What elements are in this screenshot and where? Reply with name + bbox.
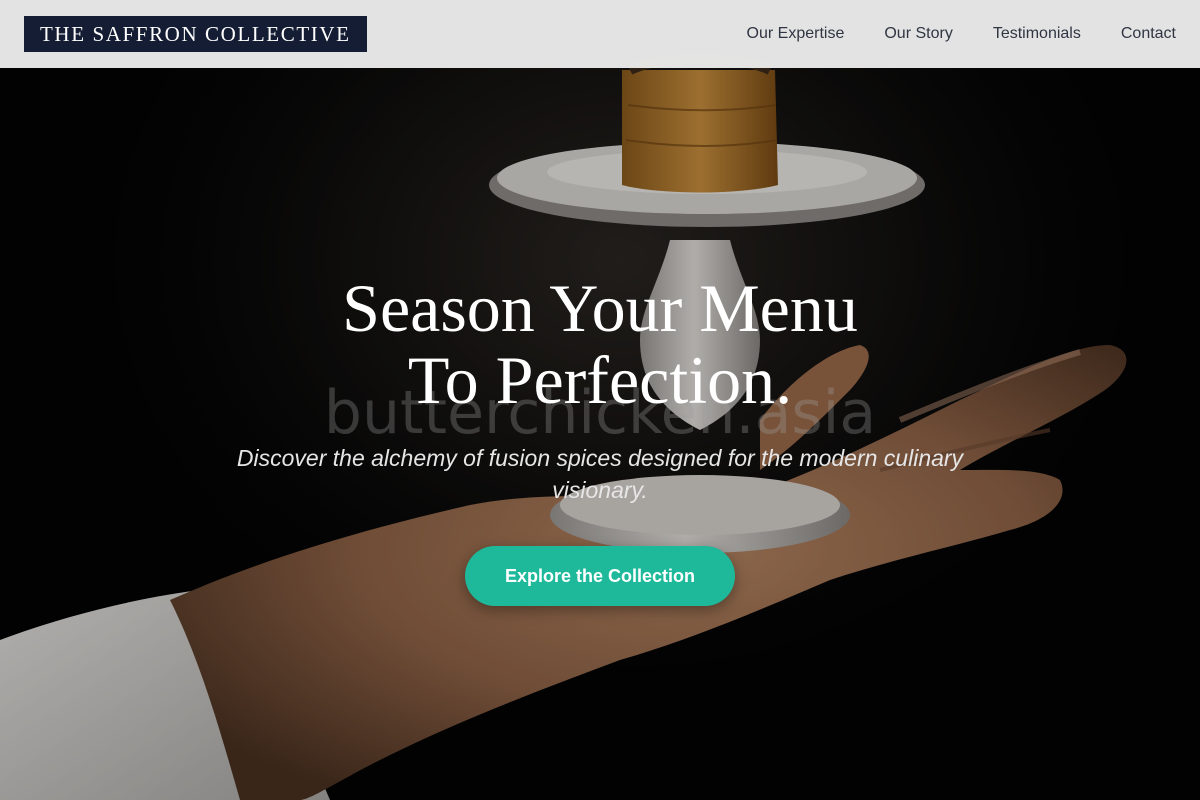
nav-link-contact[interactable]: Contact — [1121, 25, 1176, 43]
hero-subtitle: Discover the alchemy of fusion spices de… — [236, 445, 964, 503]
explore-collection-button[interactable]: Explore the Collection — [465, 546, 735, 606]
main-nav: Our Expertise Our Story Testimonials Con… — [747, 25, 1176, 43]
site-header: THE SAFFRON COLLECTIVE Our Expertise Our… — [0, 0, 1200, 68]
site-logo[interactable]: THE SAFFRON COLLECTIVE — [24, 16, 367, 52]
nav-link-testimonials[interactable]: Testimonials — [993, 25, 1081, 43]
nav-link-our-expertise[interactable]: Our Expertise — [747, 25, 845, 43]
hero-content: butterchicken.asia Season Your Menu To P… — [0, 0, 1200, 800]
nav-link-our-story[interactable]: Our Story — [884, 25, 952, 43]
hero-headline-line-1: Season Your Menu — [342, 270, 858, 346]
hero-headline-line-2: To Perfection. — [407, 342, 793, 418]
hero-headline: Season Your Menu To Perfection. — [0, 272, 1200, 416]
